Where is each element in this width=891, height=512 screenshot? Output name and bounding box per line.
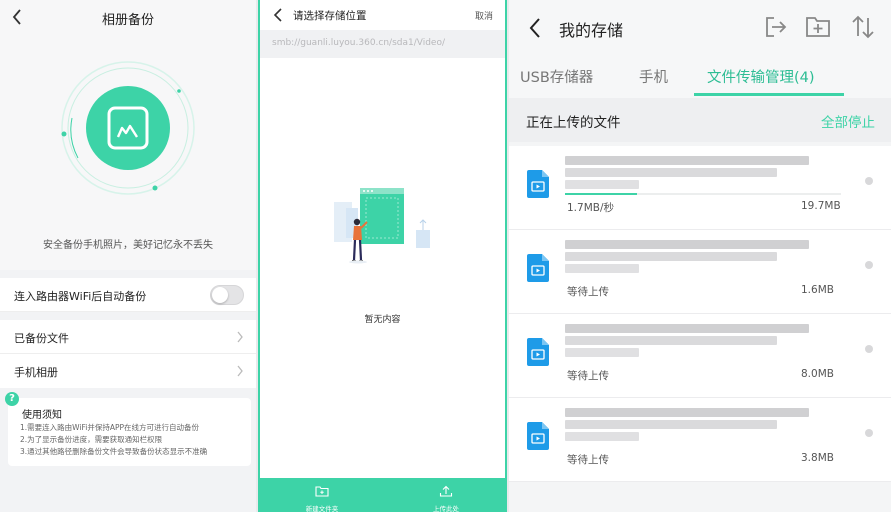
upload-here-button[interactable]: 上传此处 <box>416 482 476 512</box>
upload-file-item[interactable]: 等待上传 8.0MB <box>509 314 891 398</box>
notice-title: 使用须知 <box>22 410 62 421</box>
add-folder-icon[interactable] <box>805 14 831 40</box>
upload-file-item[interactable]: 等待上传 3.8MB <box>509 398 891 482</box>
backup-tagline: 安全备份手机照片，美好记忆永不丢失 <box>43 240 213 251</box>
file-size: 19.7MB <box>801 200 841 212</box>
section-title: 正在上传的文件 <box>526 115 621 131</box>
empty-state-text: 暂无内容 <box>364 315 401 325</box>
my-storage-panel: 我的存储 USB存储器 手机 文件传输管理(4) 正在上传的文件 全部停止 1.… <box>509 0 891 512</box>
question-icon: ? <box>5 392 19 406</box>
page-title: 请选择存储位置 <box>293 10 367 22</box>
usage-notice: ? 使用须知 1.需要连入路由WiFi并保持APP在线方可进行自动备份 2.为了… <box>5 392 251 466</box>
upload-icon <box>439 485 453 497</box>
video-file-icon <box>527 338 549 366</box>
new-folder-button[interactable]: 新建文件夹 <box>292 482 352 512</box>
video-file-icon <box>527 422 549 450</box>
file-size: 1.6MB <box>801 284 834 296</box>
notice-line: 2.为了显示备份进度，需要获取通知栏权限 <box>20 435 163 444</box>
back-icon[interactable] <box>272 7 284 23</box>
file-select-radio[interactable] <box>865 177 873 185</box>
location-bottom-bar: 新建文件夹 上传此处 <box>260 478 505 512</box>
tab-usb-storage[interactable]: USB存储器 <box>520 66 593 87</box>
notice-line: 1.需要连入路由WiFi并保持APP在线方可进行自动备份 <box>20 423 200 432</box>
new-folder-label: 新建文件夹 <box>305 505 339 512</box>
notice-line: 3.通过其他路径删除备份文件会导致备份状态显示不准确 <box>20 447 208 456</box>
file-status: 1.7MB/秒 <box>567 202 614 214</box>
active-tab-indicator <box>694 93 844 96</box>
file-name-redacted <box>565 322 843 358</box>
file-select-radio[interactable] <box>865 261 873 269</box>
empty-state-illustration-icon <box>334 188 430 264</box>
upload-file-item[interactable]: 1.7MB/秒 19.7MB <box>509 146 891 230</box>
upload-here-label: 上传此处 <box>433 505 459 512</box>
upload-progress-bar <box>565 193 841 195</box>
menu-item-label: 已备份文件 <box>14 332 69 345</box>
file-select-radio[interactable] <box>865 345 873 353</box>
exit-icon[interactable] <box>763 14 789 40</box>
file-size: 3.8MB <box>801 452 834 464</box>
auto-backup-toggle[interactable] <box>210 285 244 305</box>
chevron-right-icon <box>237 331 243 343</box>
location-header: 请选择存储位置 取消 <box>260 0 505 30</box>
sort-icon[interactable] <box>850 14 876 40</box>
video-file-icon <box>527 254 549 282</box>
storage-tabs: USB存储器 手机 文件传输管理(4) <box>509 56 891 98</box>
backup-hero: 安全备份手机照片，美好记忆永不丢失 <box>0 36 256 270</box>
upload-file-item[interactable]: 等待上传 1.6MB <box>509 230 891 314</box>
new-folder-icon <box>315 486 329 497</box>
file-status: 等待上传 <box>567 370 609 382</box>
menu-item-label: 手机相册 <box>14 366 58 379</box>
auto-backup-label: 连入路由器WiFi后自动备份 <box>14 290 147 303</box>
file-select-radio[interactable] <box>865 429 873 437</box>
auto-backup-row: 连入路由器WiFi后自动备份 <box>0 278 256 312</box>
upload-file-list: 1.7MB/秒 19.7MB 等待上传 1.6MB 等待上传 8.0MB 等待上… <box>509 146 891 482</box>
file-name-redacted <box>565 154 843 190</box>
file-status: 等待上传 <box>567 454 609 466</box>
storage-header: 我的存储 <box>509 0 891 56</box>
chevron-right-icon <box>237 365 243 377</box>
tab-transfer-manager[interactable]: 文件传输管理(4) <box>707 66 815 87</box>
current-path: smb://guanli.luyou.360.cn/sda1/Video/ <box>272 38 446 48</box>
video-file-icon <box>527 170 549 198</box>
uploading-section-header: 正在上传的文件 全部停止 <box>509 98 891 142</box>
storage-location-panel: 请选择存储位置 取消 smb://guanli.luyou.360.cn/sda… <box>258 0 507 512</box>
menu-item-backed-up-files[interactable]: 已备份文件 <box>0 320 256 354</box>
stop-all-button[interactable]: 全部停止 <box>821 111 875 131</box>
file-size: 8.0MB <box>801 368 834 380</box>
menu-item-phone-album[interactable]: 手机相册 <box>0 354 256 388</box>
file-status: 等待上传 <box>567 286 609 298</box>
page-title: 我的存储 <box>559 21 624 40</box>
file-name-redacted <box>565 406 843 442</box>
backup-menu: 已备份文件 手机相册 <box>0 320 256 388</box>
cancel-button[interactable]: 取消 <box>475 9 493 22</box>
album-icon <box>61 61 195 195</box>
page-title: 相册备份 <box>101 13 154 28</box>
tab-phone[interactable]: 手机 <box>639 66 668 87</box>
file-name-redacted <box>565 238 843 274</box>
path-bar: smb://guanli.luyou.360.cn/sda1/Video/ <box>260 30 505 58</box>
album-backup-panel: 相册备份 安全备份手机照片，美好记忆永不丢失 连入路由器WiFi后自动备份 已备… <box>0 0 256 512</box>
backup-header: 相册备份 <box>0 0 256 36</box>
back-icon[interactable] <box>527 16 543 40</box>
